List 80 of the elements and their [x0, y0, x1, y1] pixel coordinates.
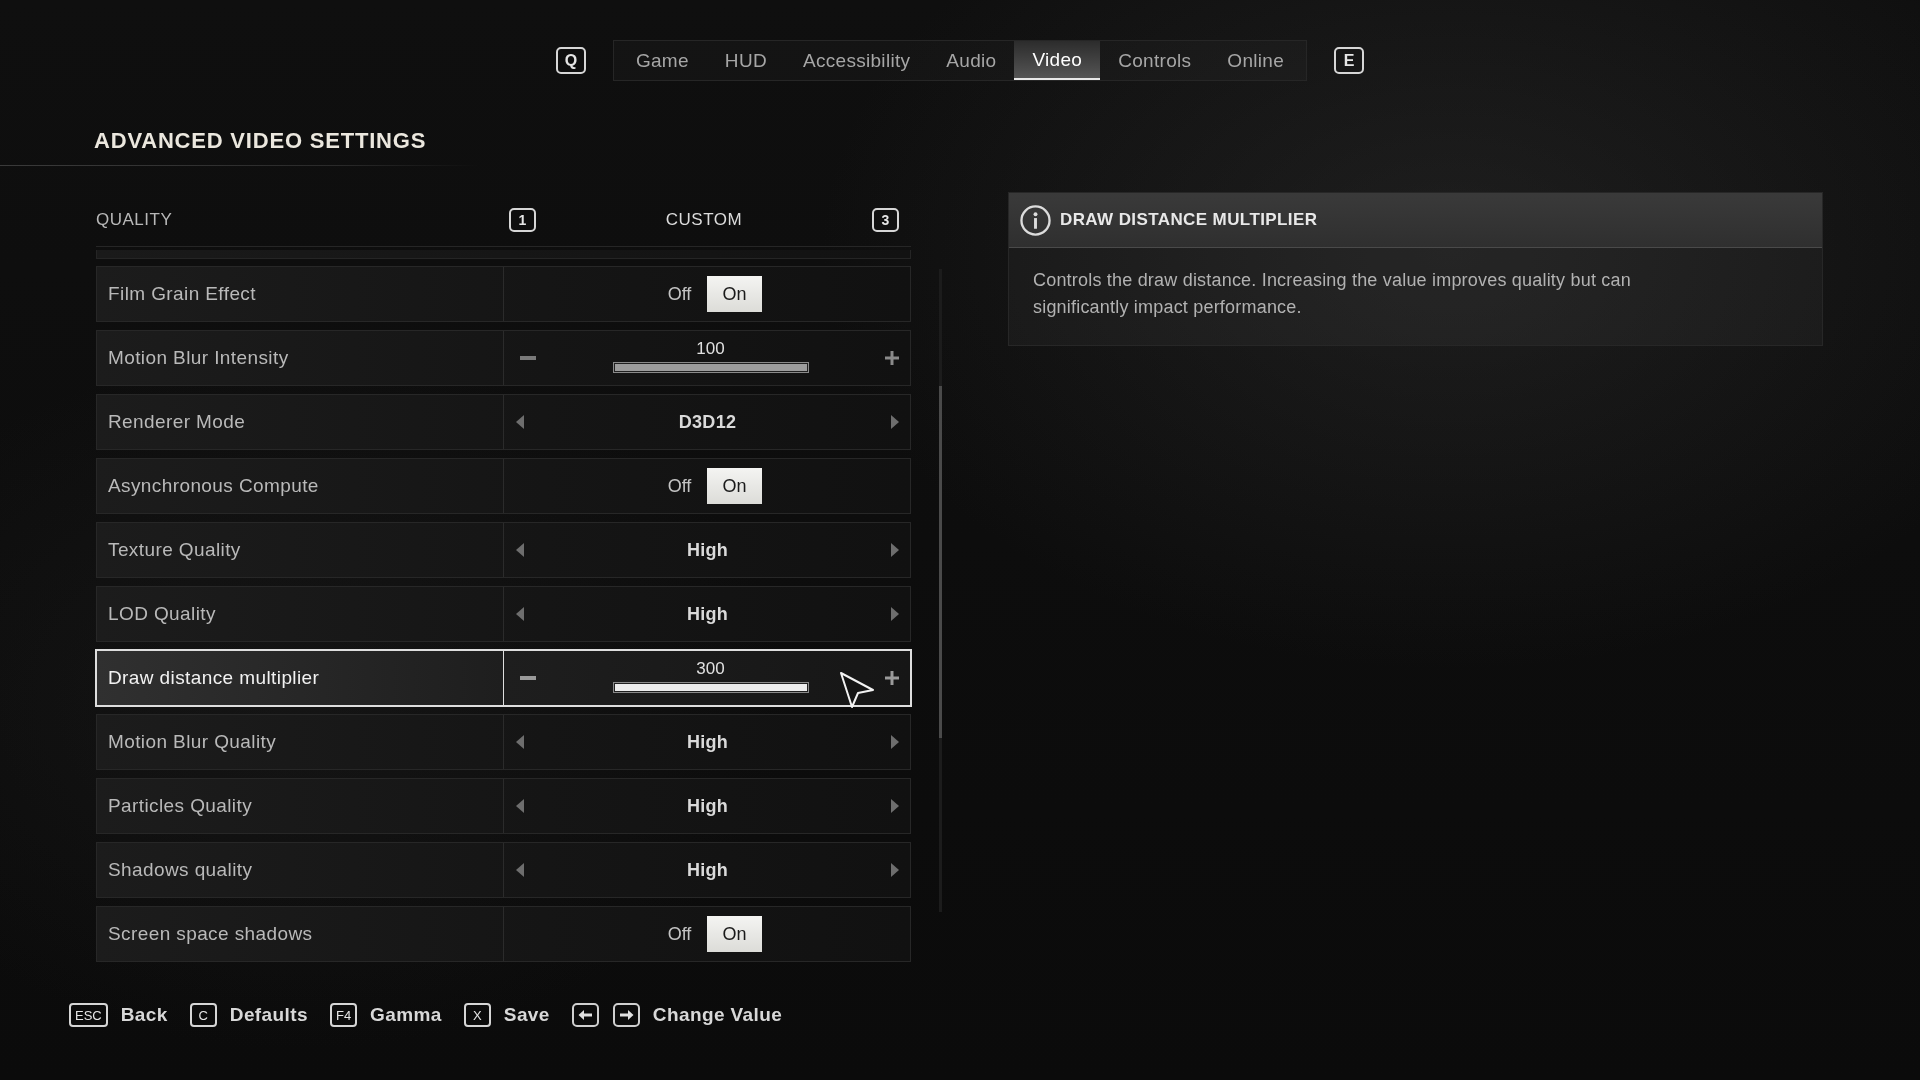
tab[interactable]: Video [1014, 41, 1101, 80]
setting-label: Film Grain Effect [108, 283, 256, 305]
setting-row[interactable]: Motion Blur Intensity 100 [96, 330, 911, 386]
right-arrow-key-icon [612, 1003, 640, 1027]
right-caret-icon[interactable] [891, 863, 899, 877]
tab[interactable]: Audio [928, 41, 1015, 80]
setting-row[interactable]: LOD Quality High [96, 586, 911, 642]
setting-row[interactable]: Texture Quality High [96, 522, 911, 578]
toggle-option[interactable]: Off [652, 276, 707, 312]
info-icon [1020, 204, 1051, 236]
footer-action[interactable]: Gamma [370, 1004, 442, 1026]
plus-icon[interactable] [885, 351, 899, 365]
toggle-option[interactable]: On [707, 276, 762, 312]
cursor-icon [839, 671, 875, 709]
right-caret-icon[interactable] [891, 543, 899, 557]
right-caret-icon[interactable] [891, 735, 899, 749]
scrollbar-thumb[interactable] [939, 386, 942, 738]
setting-value: High [686, 731, 729, 753]
keycap-label: C [189, 1003, 217, 1027]
tab[interactable]: Game [617, 41, 707, 80]
keycap-label: 1 [509, 207, 536, 232]
plus-icon[interactable] [885, 671, 899, 685]
setting-row[interactable]: Renderer Mode D3D12 [96, 394, 911, 450]
toggle-option[interactable]: On [707, 916, 762, 952]
keycap-label: ESC [69, 1003, 108, 1027]
toggle-option[interactable]: Off [652, 916, 707, 952]
tab[interactable]: Accessibility [784, 41, 929, 80]
slider-value: 300 [696, 659, 725, 679]
setting-label: Draw distance multiplier [108, 667, 320, 689]
left-caret-icon[interactable] [516, 543, 524, 557]
setting-value: D3D12 [678, 411, 737, 433]
left-arrow-key-icon [571, 1003, 599, 1027]
setting-label: Shadows quality [108, 859, 253, 881]
right-caret-icon[interactable] [891, 799, 899, 813]
right-caret-icon[interactable] [891, 607, 899, 621]
info-description: Controls the draw distance. Increasing the value improves quality but can significantly impact performance. [1032, 269, 1632, 319]
keycap-label: F4 [329, 1003, 358, 1027]
toggle-option[interactable]: Off [652, 468, 707, 504]
setting-row[interactable]: Particles Quality High [96, 778, 911, 834]
setting-value: High [686, 539, 729, 561]
left-caret-icon[interactable] [516, 415, 524, 429]
preset-label: QUALITY [96, 209, 173, 230]
setting-label: Texture Quality [108, 539, 241, 561]
tab[interactable]: HUD [706, 41, 785, 80]
left-caret-icon[interactable] [516, 735, 524, 749]
setting-row[interactable]: Draw distance multiplier 300 [96, 650, 911, 706]
setting-label: Particles Quality [108, 795, 253, 817]
keycap-label: Q [555, 47, 586, 74]
left-caret-icon[interactable] [516, 799, 524, 813]
toggle-option[interactable]: On [707, 468, 762, 504]
setting-label: Screen space shadows [108, 923, 313, 945]
slider-value: 100 [696, 339, 725, 359]
right-caret-icon[interactable] [891, 415, 899, 429]
setting-label: Motion Blur Quality [108, 731, 277, 753]
setting-row[interactable]: Screen space shadows Off On [96, 906, 911, 962]
left-caret-icon[interactable] [516, 607, 524, 621]
setting-label: Renderer Mode [108, 411, 246, 433]
footer-action[interactable]: Change Value [652, 1004, 783, 1026]
footer-action[interactable]: Defaults [229, 1004, 308, 1026]
left-caret-icon[interactable] [516, 863, 524, 877]
keycap-label: E [1334, 47, 1365, 74]
keycap-label: X [463, 1003, 491, 1027]
tab[interactable]: Controls [1100, 41, 1210, 80]
setting-row[interactable]: Shadows quality High [96, 842, 911, 898]
preset-value: CUSTOM [665, 209, 743, 230]
setting-value: High [686, 603, 729, 625]
footer-action[interactable]: Save [503, 1004, 550, 1026]
keycap-label: 3 [872, 207, 899, 232]
footer-action[interactable]: Back [120, 1004, 168, 1026]
setting-value: High [686, 795, 729, 817]
setting-label: LOD Quality [108, 603, 216, 625]
setting-row[interactable]: Film Grain Effect Off On [96, 266, 911, 322]
setting-label: Asynchronous Compute [108, 475, 319, 497]
setting-value: High [686, 859, 729, 881]
setting-row[interactable]: Asynchronous Compute Off On [96, 458, 911, 514]
info-title: DRAW DISTANCE MULTIPLIER [1060, 210, 1318, 230]
tab[interactable]: Online [1209, 41, 1303, 80]
setting-row[interactable]: Motion Blur Quality High [96, 714, 911, 770]
setting-label: Motion Blur Intensity [108, 347, 289, 369]
page-title: ADVANCED VIDEO SETTINGS [94, 128, 427, 154]
